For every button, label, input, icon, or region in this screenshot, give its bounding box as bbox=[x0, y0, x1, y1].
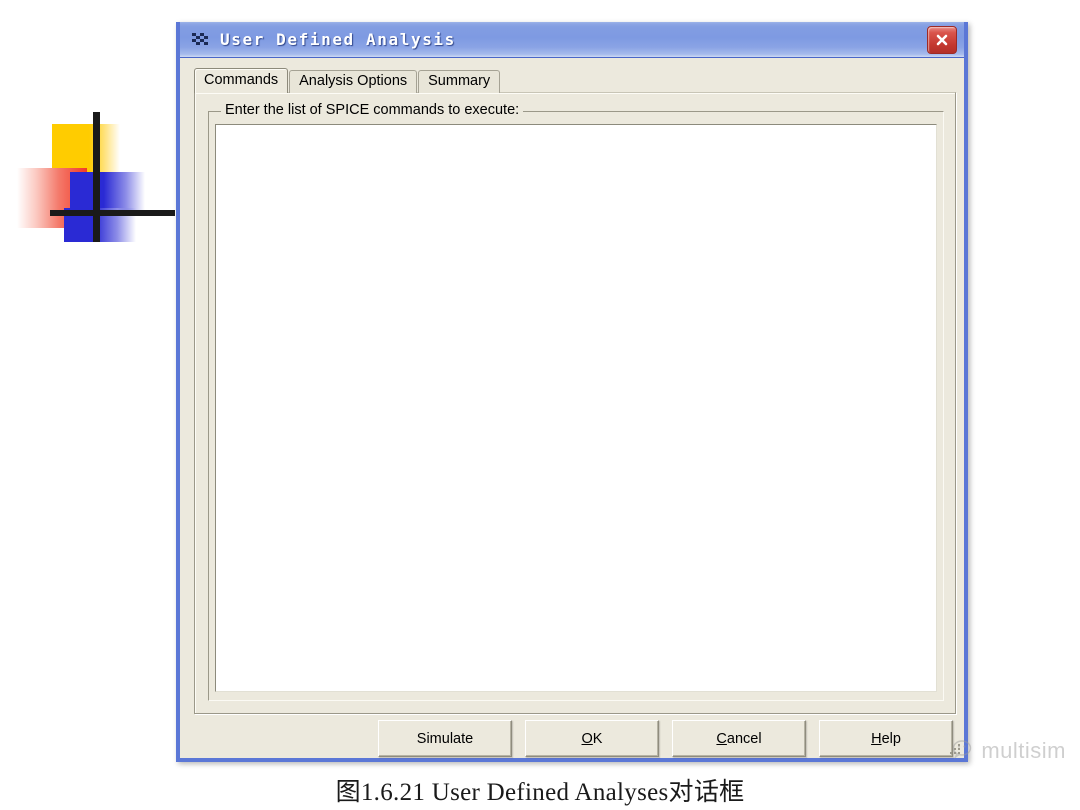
decorative-logo-art bbox=[14, 110, 184, 260]
simulate-button[interactable]: Simulate bbox=[378, 720, 512, 757]
ok-accel-char: O bbox=[581, 730, 593, 747]
spice-commands-groupbox: Enter the list of SPICE commands to exec… bbox=[208, 102, 944, 701]
simulate-button-label: Simulate bbox=[416, 730, 474, 747]
cancel-button[interactable]: Cancel bbox=[672, 720, 806, 757]
user-defined-analysis-dialog: User Defined Analysis Commands Analysis … bbox=[176, 22, 968, 762]
close-button[interactable] bbox=[927, 25, 957, 54]
checkered-flag-icon bbox=[190, 31, 210, 49]
ok-button-label: OK bbox=[581, 730, 603, 747]
cancel-accel-char: C bbox=[716, 730, 727, 747]
spice-commands-label: Enter the list of SPICE commands to exec… bbox=[221, 102, 524, 118]
dialog-title: User Defined Analysis bbox=[220, 30, 456, 49]
close-icon bbox=[936, 34, 948, 45]
tab-panel-commands: Enter the list of SPICE commands to exec… bbox=[194, 92, 956, 714]
dialog-titlebar[interactable]: User Defined Analysis bbox=[180, 22, 964, 58]
tab-summary[interactable]: Summary bbox=[418, 70, 501, 93]
tabstrip: Commands Analysis Options Summary bbox=[194, 68, 501, 93]
help-accel-char: H bbox=[871, 730, 882, 747]
wechat-icon bbox=[952, 739, 976, 764]
cancel-button-label: Cancel bbox=[716, 730, 762, 747]
watermark: multisim bbox=[952, 738, 1066, 764]
help-button[interactable]: Help bbox=[819, 720, 953, 757]
deco-vertical-bar bbox=[93, 112, 100, 242]
watermark-text: multisim bbox=[981, 738, 1066, 763]
deco-horizontal-bar bbox=[50, 210, 175, 216]
figure-caption: 图1.6.21 User Defined Analyses对话框 bbox=[335, 779, 745, 806]
tab-analysis-options[interactable]: Analysis Options bbox=[289, 70, 418, 93]
ok-button[interactable]: OK bbox=[525, 720, 659, 757]
spice-commands-textarea[interactable] bbox=[215, 124, 937, 692]
tab-commands[interactable]: Commands bbox=[194, 68, 289, 93]
help-button-label: Help bbox=[871, 730, 901, 747]
dialog-button-row: Simulate OK Cancel Help bbox=[180, 718, 964, 762]
